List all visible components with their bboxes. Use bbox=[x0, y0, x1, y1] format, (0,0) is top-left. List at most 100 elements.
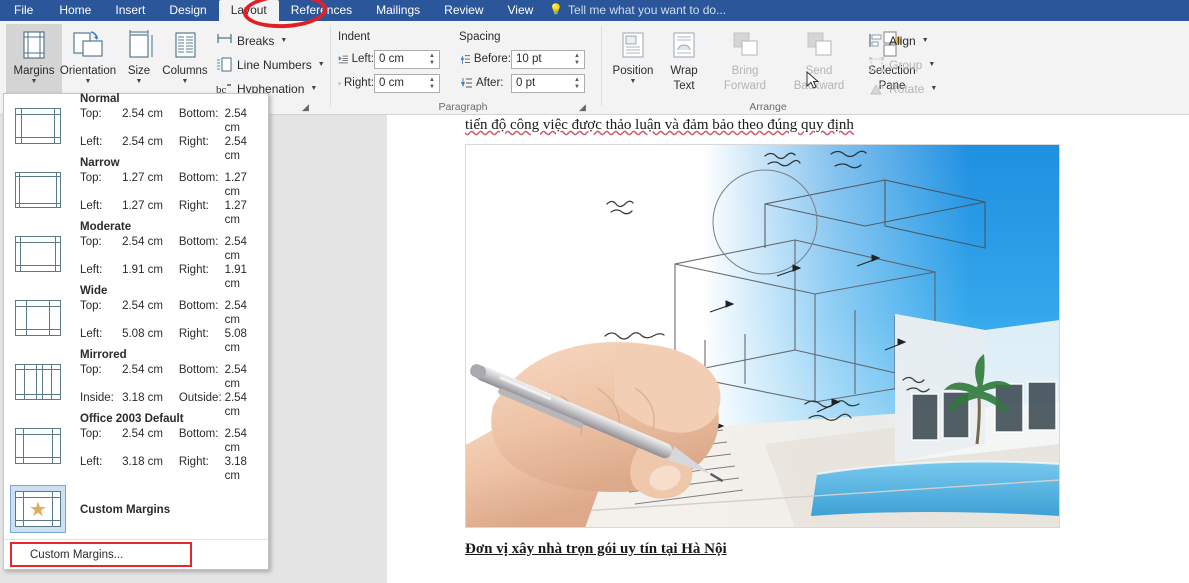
custom-margins-command[interactable]: Custom Margins... bbox=[4, 539, 268, 569]
indent-right-stepper[interactable]: ▲ ▼ bbox=[426, 75, 438, 92]
spacing-after-label: After: bbox=[476, 77, 504, 89]
indent-left-label: Left: bbox=[351, 53, 374, 65]
wrap-text-label-2: Text bbox=[673, 80, 695, 92]
stepper-up-icon: ▲ bbox=[429, 76, 435, 83]
paragraph-dialog-launcher[interactable]: ◢ bbox=[577, 102, 588, 113]
row-value: 2.54 cm bbox=[122, 108, 164, 120]
spacing-before-stepper[interactable]: ▲ ▼ bbox=[571, 51, 583, 68]
tab-home[interactable]: Home bbox=[47, 0, 103, 21]
preset-row: Top: 1.27 cm Bottom: 1.27 cm bbox=[80, 171, 262, 199]
margin-preset-office-2003-default[interactable]: Office 2003 Default Top: 2.54 cm Bottom:… bbox=[4, 413, 268, 482]
page-setup-dialog-launcher[interactable]: ◢ bbox=[300, 102, 311, 113]
architectural-sketch-image[interactable] bbox=[465, 144, 1060, 528]
indent-header: Indent bbox=[338, 31, 370, 43]
margin-preset-normal-text: Normal Top: 2.54 cm Bottom: 2.54 cm Left… bbox=[80, 89, 262, 163]
indent-left-stepper[interactable]: ▲ ▼ bbox=[426, 51, 438, 68]
margin-thumbnail-narrow bbox=[10, 166, 66, 214]
group-paragraph: Indent Spacing Left: 0 cm ▲ ▼ Right: 0 c… bbox=[332, 21, 600, 115]
rotate-icon bbox=[868, 80, 885, 97]
preset-row: Top: 2.54 cm Bottom: 2.54 cm bbox=[80, 299, 262, 327]
margin-preset-wide[interactable]: Wide Top: 2.54 cm Bottom: 2.54 cm Left: … bbox=[4, 285, 268, 354]
group-label-paragraph: Paragraph bbox=[438, 101, 488, 113]
margin-preset-narrow-text: Narrow Top: 1.27 cm Bottom: 1.27 cm Left… bbox=[80, 153, 262, 227]
breaks-button[interactable]: Breaks ▼ bbox=[216, 30, 287, 51]
tab-file[interactable]: File bbox=[0, 0, 48, 21]
spacing-before-input[interactable]: 10 pt ▲ ▼ bbox=[511, 49, 585, 69]
row-value2: 2.54 cm bbox=[224, 108, 247, 134]
breaks-icon bbox=[216, 32, 233, 49]
spacing-before-label-wrap: Before: bbox=[459, 53, 511, 66]
chevron-down-icon: ▼ bbox=[181, 78, 189, 85]
spacing-before-row: Before: 10 pt ▲ ▼ bbox=[459, 49, 585, 69]
row-key: Top: bbox=[80, 300, 102, 312]
spacing-after-input[interactable]: 0 pt ▲ ▼ bbox=[511, 73, 585, 93]
tell-me-search[interactable]: 💡 Tell me what you want to do... bbox=[545, 0, 734, 21]
preset-title: Moderate bbox=[80, 221, 132, 233]
preset-title: Custom Margins bbox=[80, 504, 171, 516]
group-label: Group bbox=[889, 57, 923, 72]
margin-preset-office-2003-default-text: Office 2003 Default Top: 2.54 cm Bottom:… bbox=[80, 409, 262, 483]
margin-thumbnail-office-2003-default bbox=[10, 422, 66, 470]
tab-mailings[interactable]: Mailings bbox=[364, 0, 432, 21]
tab-view[interactable]: View bbox=[496, 0, 546, 21]
preset-row: Top: 2.54 cm Bottom: 2.54 cm bbox=[80, 235, 262, 263]
indent-right-input[interactable]: 0 cm ▲ ▼ bbox=[374, 73, 440, 93]
line-numbers-label: Line Numbers bbox=[237, 57, 312, 72]
chevron-down-icon: ▼ bbox=[930, 85, 938, 92]
bring-forward-button[interactable]: Bring Forward bbox=[710, 24, 780, 102]
stepper-up-icon: ▲ bbox=[574, 52, 580, 59]
margin-preset-mirrored[interactable]: Mirrored Top: 2.54 cm Bottom: 2.54 cm In… bbox=[4, 349, 268, 418]
group-icon bbox=[868, 56, 885, 73]
margins-button[interactable]: Margins ▼ bbox=[6, 24, 62, 102]
wrap-text-button[interactable]: Wrap Text bbox=[659, 24, 709, 102]
tab-references[interactable]: References bbox=[279, 0, 364, 21]
stepper-down-icon: ▼ bbox=[429, 83, 435, 90]
indent-left-input[interactable]: 0 cm ▲ ▼ bbox=[374, 49, 440, 69]
row-value: 1.27 cm bbox=[122, 172, 164, 184]
tab-design[interactable]: Design bbox=[157, 0, 218, 21]
group-arrange: Position ▼ Wrap Text Bring Forward Send … bbox=[603, 21, 943, 115]
preset-title: Office 2003 Default bbox=[80, 413, 184, 425]
spacing-before-value: 10 pt bbox=[516, 53, 542, 65]
preset-title: Wide bbox=[80, 285, 108, 297]
row-key2: Bottom: bbox=[178, 428, 219, 440]
row-value2: 2.54 cm bbox=[224, 428, 247, 454]
preset-row: Top: 2.54 cm Bottom: 2.54 cm bbox=[80, 107, 262, 135]
wrap-text-icon bbox=[667, 28, 701, 62]
position-label: Position bbox=[612, 65, 654, 77]
rotate-button[interactable]: Rotate ▼ bbox=[868, 78, 937, 99]
margin-preset-moderate-text: Moderate Top: 2.54 cm Bottom: 2.54 cm Le… bbox=[80, 217, 262, 291]
margins-label: Margins bbox=[13, 65, 55, 77]
chevron-down-icon: ▼ bbox=[84, 78, 92, 85]
tell-me-placeholder: Tell me what you want to do... bbox=[568, 3, 727, 17]
margin-preset-custom-margins[interactable]: ★ Custom Margins bbox=[4, 478, 268, 540]
row-value2: 2.54 cm bbox=[224, 300, 247, 326]
indent-right-label-wrap: Right: bbox=[338, 77, 374, 90]
tab-insert[interactable]: Insert bbox=[103, 0, 157, 21]
align-button[interactable]: Align ▼ bbox=[868, 30, 929, 51]
margin-preset-narrow[interactable]: Narrow Top: 1.27 cm Bottom: 1.27 cm Left… bbox=[4, 157, 268, 226]
margin-preset-moderate[interactable]: Moderate Top: 2.54 cm Bottom: 2.54 cm Le… bbox=[4, 221, 268, 290]
line-numbers-button[interactable]: Line Numbers ▼ bbox=[216, 54, 325, 75]
tab-layout[interactable]: Layout bbox=[218, 0, 279, 21]
indent-left-icon bbox=[338, 55, 348, 63]
orientation-icon bbox=[71, 28, 105, 62]
margin-preset-normal[interactable]: Normal Top: 2.54 cm Bottom: 2.54 cm Left… bbox=[4, 93, 268, 162]
margins-gallery-dropdown[interactable]: Normal Top: 2.54 cm Bottom: 2.54 cm Left… bbox=[3, 93, 269, 570]
row-value: 2.54 cm bbox=[122, 364, 164, 376]
row-key2: Bottom: bbox=[178, 108, 219, 120]
position-button[interactable]: Position ▼ bbox=[607, 24, 659, 102]
row-value2: 2.54 cm bbox=[224, 364, 247, 390]
custom-margins-command-label: Custom Margins... bbox=[30, 548, 124, 561]
indent-right-label: Right: bbox=[343, 77, 374, 89]
stepper-up-icon: ▲ bbox=[574, 76, 580, 83]
preset-title: Narrow bbox=[80, 157, 120, 169]
tab-review[interactable]: Review bbox=[432, 0, 495, 21]
group-button[interactable]: Group ▼ bbox=[868, 54, 935, 75]
ribbon-tabstrip: File Home Insert Design Layout Reference… bbox=[0, 0, 1189, 21]
spacing-before-label: Before: bbox=[473, 53, 511, 65]
spacing-after-stepper[interactable]: ▲ ▼ bbox=[571, 75, 583, 92]
indent-right-value: 0 cm bbox=[379, 77, 404, 89]
row-key: Top: bbox=[80, 428, 102, 440]
group-divider bbox=[330, 26, 331, 106]
